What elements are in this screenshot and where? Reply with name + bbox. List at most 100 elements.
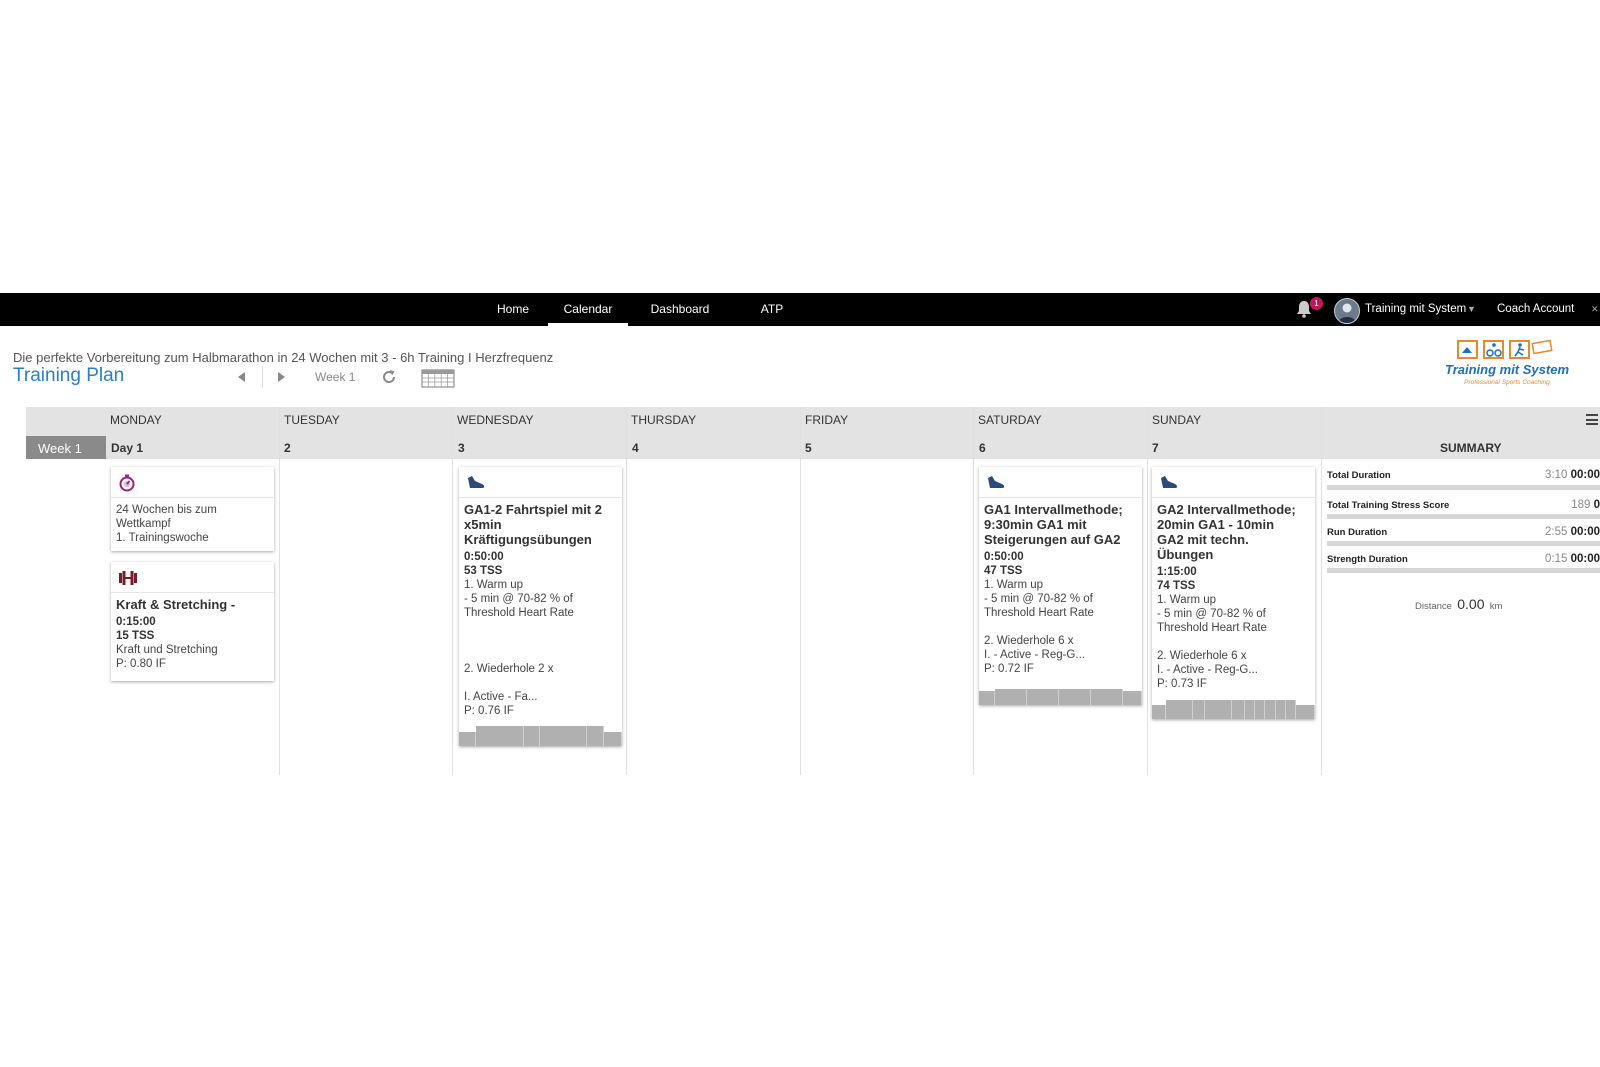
- column-divider: [626, 407, 627, 775]
- workout-card[interactable]: GA1-2 Fahrtspiel mit 2 x5min Kräftigungs…: [459, 467, 622, 746]
- close-icon[interactable]: ✕: [1591, 293, 1599, 326]
- workout-tss: 74 TSS: [1157, 580, 1196, 592]
- menu-icon[interactable]: [1586, 414, 1598, 425]
- day-header-tuesday: TUESDAY: [284, 413, 340, 427]
- summary-value: 0:15 00:00: [1544, 553, 1600, 565]
- stopwatch-icon: [119, 474, 135, 492]
- distance-value: 0.00: [1457, 596, 1485, 612]
- note-card[interactable]: 24 Wochen bis zum Wettkampf 1. Trainings…: [111, 467, 274, 551]
- summary-progress-bar: [1327, 541, 1600, 546]
- workout-description: 1. Warm up - 5 min @ 70-82 % of Threshol…: [984, 579, 1094, 661]
- plan-description: Die perfekte Vorbereitung zum Halbmarath…: [13, 350, 554, 365]
- workout-title: GA1 Intervallmethode; 9:30min GA1 mit St…: [984, 502, 1123, 547]
- day-number: 2: [284, 441, 291, 455]
- workout-tss: 15 TSS: [116, 630, 155, 642]
- workout-duration: 0:15:00: [116, 616, 156, 628]
- distance-unit: km: [1489, 601, 1503, 612]
- day-header-sunday: SUNDAY: [1152, 413, 1202, 427]
- workout-intensity: P: 0.72 IF: [984, 663, 1034, 675]
- summary-label: Run Duration: [1327, 527, 1388, 538]
- user-name[interactable]: Training mit System: [1365, 293, 1466, 326]
- chevron-down-icon[interactable]: ▼: [1467, 293, 1476, 326]
- workout-title: GA1-2 Fahrtspiel mit 2 x5min Kräftigungs…: [464, 502, 602, 547]
- day-number: Day 1: [111, 441, 144, 455]
- workout-intensity: P: 0.80 IF: [116, 658, 166, 670]
- divider: [262, 366, 263, 388]
- workout-duration: 0:50:00: [984, 551, 1024, 563]
- avatar[interactable]: [1334, 298, 1360, 324]
- summary-value: 3:10 00:00: [1544, 469, 1600, 481]
- next-week-button[interactable]: [278, 372, 285, 382]
- running-shoe-icon: [468, 476, 485, 488]
- workout-intensity-graph: [459, 726, 622, 746]
- summary-label: Total Duration: [1327, 470, 1391, 481]
- workout-card[interactable]: Kraft & Stretching - 0:15:00 15 TSS Kraf…: [111, 562, 274, 681]
- workout-title: GA2 Intervallmethode; 20min GA1 - 10min …: [1157, 502, 1296, 562]
- workout-card[interactable]: GA2 Intervallmethode; 20min GA1 - 10min …: [1152, 467, 1315, 719]
- nav-dashboard[interactable]: Dashboard: [640, 293, 720, 326]
- summary-label: Total Training Stress Score: [1327, 500, 1450, 511]
- summary-progress-bar: [1327, 568, 1600, 573]
- column-divider: [800, 407, 801, 775]
- day-header-thursday: THURSDAY: [631, 413, 697, 427]
- workout-tss: 53 TSS: [464, 565, 503, 577]
- workout-duration: 0:50:00: [464, 551, 504, 563]
- page-title: Training Plan: [13, 365, 125, 386]
- workout-intensity: P: 0.73 IF: [1157, 678, 1207, 690]
- calendar-icon[interactable]: [421, 368, 455, 388]
- coach-account-link[interactable]: Coach Account: [1497, 293, 1574, 326]
- distance-label: Distance: [1415, 601, 1452, 612]
- summary-value: 2:55 00:00: [1544, 526, 1600, 538]
- workout-intensity: P: 0.76 IF: [464, 705, 514, 717]
- week-label: Week 1: [315, 370, 356, 384]
- summary-row-total-duration: Total Duration 3:10 00:00: [1327, 469, 1600, 484]
- day-number: 7: [1152, 441, 1159, 455]
- column-divider: [452, 407, 453, 775]
- top-navbar: Home Calendar Dashboard ATP 1 Training m…: [0, 293, 1600, 326]
- summary-row-run-duration: Run Duration 2:55 00:00: [1327, 526, 1600, 541]
- workout-title: Kraft & Stretching -: [116, 597, 236, 612]
- summary-distance: Distance 0.00 km: [1415, 596, 1502, 612]
- column-divider: [279, 407, 280, 775]
- day-number: 4: [632, 441, 639, 455]
- day-number: 6: [979, 441, 986, 455]
- day-number: 3: [458, 441, 465, 455]
- summary-title: SUMMARY: [1440, 441, 1502, 455]
- summary-row-strength-duration: Strength Duration 0:15 00:00: [1327, 553, 1600, 568]
- day-header-friday: FRIDAY: [805, 413, 849, 427]
- summary-value: 189 0: [1571, 499, 1600, 511]
- refresh-icon[interactable]: [380, 368, 398, 386]
- workout-duration: 1:15:00: [1157, 566, 1197, 578]
- nav-atp[interactable]: ATP: [750, 293, 794, 326]
- workout-intensity-graph: [1152, 700, 1315, 719]
- dumbbell-icon: [119, 571, 137, 585]
- running-shoe-icon: [988, 476, 1005, 488]
- note-text: 24 Wochen bis zum: [116, 504, 217, 516]
- summary-progress-bar: [1327, 514, 1600, 519]
- summary-label: Strength Duration: [1327, 554, 1408, 565]
- column-divider: [1321, 407, 1322, 775]
- note-text: 1. Trainingswoche: [116, 532, 209, 544]
- nav-calendar[interactable]: Calendar: [548, 293, 628, 326]
- running-shoe-icon: [1161, 476, 1178, 488]
- note-text: Wettkampf: [116, 518, 171, 530]
- summary-row-tss: Total Training Stress Score 189 0: [1327, 499, 1600, 514]
- workout-description: 1. Warm up - 5 min @ 70-82 % of Threshol…: [1157, 594, 1267, 676]
- summary-progress-bar: [1327, 485, 1600, 490]
- column-divider: [973, 407, 974, 775]
- week-badge: Week 1: [26, 436, 106, 459]
- day-header-wednesday: WEDNESDAY: [457, 413, 534, 427]
- logo: Training mit System Professional Sports …: [1445, 339, 1569, 386]
- workout-description: 1. Warm up - 5 min @ 70-82 % of Threshol…: [464, 579, 574, 703]
- notification-badge: 1: [1310, 297, 1323, 310]
- day-number: 5: [805, 441, 812, 455]
- nav-home[interactable]: Home: [480, 293, 546, 326]
- previous-week-button[interactable]: [238, 372, 245, 382]
- logo-text: Training mit System: [1445, 362, 1569, 377]
- day-header-saturday: SATURDAY: [978, 413, 1042, 427]
- column-divider: [1147, 407, 1148, 775]
- workout-card[interactable]: GA1 Intervallmethode; 9:30min GA1 mit St…: [979, 467, 1142, 705]
- workout-tss: 47 TSS: [984, 565, 1023, 577]
- workout-description: Kraft und Stretching: [116, 644, 218, 656]
- day-header-monday: MONDAY: [110, 413, 162, 427]
